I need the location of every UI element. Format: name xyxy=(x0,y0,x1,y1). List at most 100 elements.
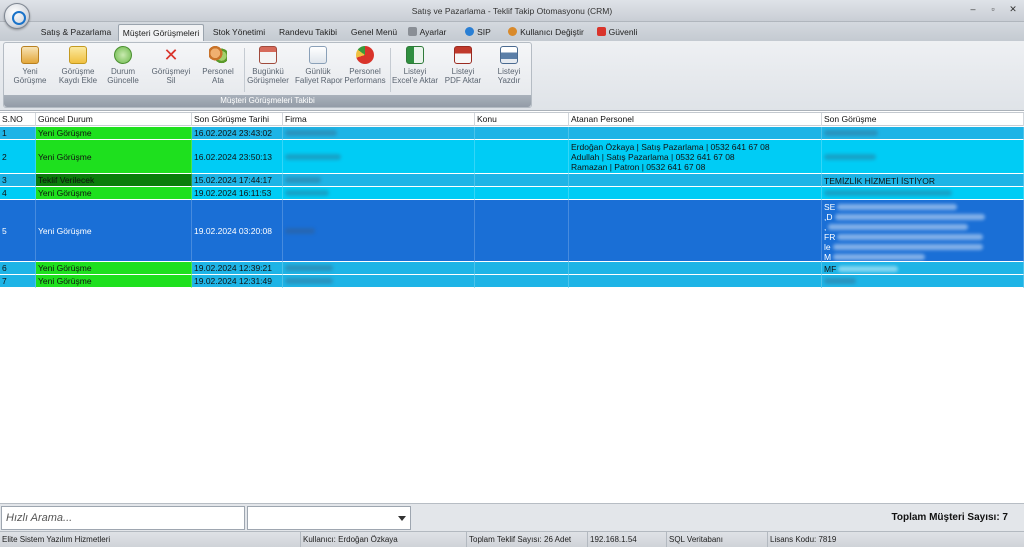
column-header-firma[interactable]: Firma xyxy=(283,113,475,126)
table-row[interactable]: 6 Yeni Görüşme 19.02.2024 12:39:21 MF xyxy=(0,262,1024,275)
column-header-sno[interactable]: S.NO xyxy=(0,113,36,126)
status-user: Kullanıcı: Erdoğan Özkaya xyxy=(300,532,466,547)
redacted-text xyxy=(824,153,876,160)
personel-ata-button[interactable]: Personel Ata xyxy=(195,46,241,96)
personel-performans-button[interactable]: Personel Performans xyxy=(342,46,388,96)
app-logo-icon[interactable] xyxy=(4,3,30,29)
table-row[interactable]: 1 Yeni Görüşme 16.02.2024 23:43:02 xyxy=(0,127,1024,140)
cell-firma xyxy=(283,200,475,262)
restore-button[interactable]: ▫ xyxy=(988,4,998,15)
table-row[interactable]: 7 Yeni Görüşme 19.02.2024 12:31:49 xyxy=(0,275,1024,288)
tab-genel-menu[interactable]: Genel Menü xyxy=(346,24,402,41)
grid-header: S.NO Güncel Durum Son Görüşme Tarihi Fir… xyxy=(0,113,1024,126)
table-row[interactable]: 3 Teklif Verilecek 15.02.2024 17:44:17 TEMİ… xyxy=(0,174,1024,187)
gunluk-faliyet-rapor-button[interactable]: Günlük Faliyet Rapor xyxy=(295,46,343,96)
cell-atanan-personel xyxy=(569,275,822,288)
delete-x-icon: ✕ xyxy=(163,45,179,65)
redacted-text xyxy=(285,177,321,183)
tab-satis-pazarlama[interactable]: Satış & Pazarlama xyxy=(36,24,116,41)
listeyi-yazdir-button[interactable]: Listeyi Yazdır xyxy=(486,46,532,96)
tools-icon xyxy=(407,27,417,36)
cell-atanan-personel xyxy=(569,262,822,275)
filter-dropdown[interactable] xyxy=(247,506,411,530)
chevron-down-icon[interactable] xyxy=(398,516,406,521)
ayarlar-label: Ayarlar xyxy=(419,27,447,37)
column-header-son-gorusme-tarihi[interactable]: Son Görüşme Tarihi xyxy=(192,113,283,126)
minimize-button[interactable]: – xyxy=(968,4,978,15)
bugunku-gorusmeler-button[interactable]: Bugünkü Görüşmeler xyxy=(245,46,291,96)
ribbon-group-musteri-gorusmeleri: Yeni Görüşme Görüşme Kaydı Ekle Durum Gü… xyxy=(3,42,532,108)
cell-konu xyxy=(475,275,569,288)
personel-performans-label-2: Performans xyxy=(344,76,386,85)
cell-konu xyxy=(475,187,569,200)
yeni-gorusme-label-2: Görüşme xyxy=(13,76,47,85)
cell-date: 16.02.2024 23:43:02 xyxy=(192,127,283,140)
tab-musteri-gorusmeleri[interactable]: Müşteri Görüşmeleri xyxy=(118,24,204,41)
table-row[interactable]: 4 Yeni Görüşme 19.02.2024 16:11:53 xyxy=(0,187,1024,200)
listeyi-excel-aktar-button[interactable]: Listeyi Excel'e Aktar xyxy=(392,46,438,96)
column-header-guncel-durum[interactable]: Güncel Durum xyxy=(36,113,192,126)
redacted-text xyxy=(285,130,337,136)
cell-sno: 3 xyxy=(0,174,36,187)
total-customer-count: Toplam Müşteri Sayısı: 7 xyxy=(891,512,1008,523)
personel-line: Erdoğan Özkaya | Satış Pazarlama | 0532 … xyxy=(571,142,770,152)
redacted-text xyxy=(824,190,952,196)
listeyi-pdf-aktar-button[interactable]: Listeyi PDF Aktar xyxy=(440,46,486,96)
yeni-gorusme-button[interactable]: Yeni Görüşme xyxy=(7,46,53,96)
son-gorusme-text: TEMİZLİK HİZMETİ İSTİYOR xyxy=(824,176,935,186)
sip-telefon-menu-item[interactable]: SIP Telefon xyxy=(451,24,505,54)
status-database: SQL Veritabanı xyxy=(666,532,767,547)
cell-status: Teklif Verilecek xyxy=(36,174,192,187)
listeyi-yazdir-label-2: Yazdır xyxy=(497,76,521,85)
cell-status: Yeni Görüşme xyxy=(36,262,192,275)
cell-atanan-personel: Erdoğan Özkaya | Satış Pazarlama | 0532 … xyxy=(569,140,822,174)
customer-meetings-grid[interactable]: S.NO Güncel Durum Son Görüşme Tarihi Fir… xyxy=(0,112,1024,503)
cell-son-gorusme xyxy=(822,140,1024,174)
column-header-konu[interactable]: Konu xyxy=(475,113,569,126)
son-gorusme-text: le xyxy=(824,242,831,252)
ayarlar-menu-item[interactable]: Ayarlar xyxy=(406,24,448,41)
table-row[interactable]: 2 Yeni Görüşme 16.02.2024 23:50:13 Erdoğan … xyxy=(0,140,1024,174)
tab-randevu-takibi[interactable]: Randevu Takibi xyxy=(275,24,341,41)
cell-status: Yeni Görüşme xyxy=(36,127,192,140)
tab-stok-yonetimi[interactable]: Stok Yönetimi xyxy=(207,24,271,41)
cell-konu xyxy=(475,262,569,275)
table-row[interactable]: 5 Yeni Görüşme 19.02.2024 03:20:08 SE ,D, FR l… xyxy=(0,200,1024,262)
listeyi-pdf-aktar-label-1: Listeyi xyxy=(451,67,475,76)
guvenli-cikis-menu-item[interactable]: Güvenli Çıkış xyxy=(587,24,647,54)
cell-konu xyxy=(475,140,569,174)
excel-icon xyxy=(406,46,424,64)
cell-firma xyxy=(283,174,475,187)
gorusme-kaydi-ekle-button[interactable]: Görüşme Kaydı Ekle xyxy=(55,46,101,96)
cell-son-gorusme: SE ,D, FR le M xyxy=(822,200,1024,262)
durum-guncelle-button[interactable]: Durum Güncelle xyxy=(100,46,146,96)
gorusmeyi-sil-button[interactable]: ✕ Görüşmeyi Sil xyxy=(148,46,194,96)
son-gorusme-line: FR xyxy=(824,232,1023,242)
redacted-text xyxy=(285,190,329,196)
cell-sno: 6 xyxy=(0,262,36,275)
listeyi-excel-aktar-label-1: Listeyi xyxy=(403,67,427,76)
quick-search-input[interactable]: Hızlı Arama... xyxy=(1,506,245,530)
column-header-son-gorusme[interactable]: Son Görüşme xyxy=(822,113,1024,126)
cell-date: 19.02.2024 03:20:08 xyxy=(192,200,283,262)
user-switch-icon xyxy=(508,27,518,36)
cell-date: 19.02.2024 12:39:21 xyxy=(192,262,283,275)
cell-firma xyxy=(283,127,475,140)
son-gorusme-text: ,D xyxy=(824,212,833,222)
cell-date: 19.02.2024 16:11:53 xyxy=(192,187,283,200)
star-folder-icon xyxy=(69,46,87,64)
gunluk-faliyet-rapor-label-1: Günlük xyxy=(305,67,331,76)
printer-icon xyxy=(500,46,518,64)
durum-guncelle-label-1: Durum xyxy=(110,67,135,76)
kullanici-degistir-menu-item[interactable]: Kullanıcı Değiştir xyxy=(508,24,584,41)
column-header-atanan-personel[interactable]: Atanan Personel xyxy=(569,113,822,126)
gunluk-faliyet-rapor-label-2: Faliyet Rapor xyxy=(295,76,343,85)
cell-sno: 1 xyxy=(0,127,36,140)
cell-konu xyxy=(475,200,569,262)
son-gorusme-line: TEMİZLİK HİZMETİ İSTİYOR xyxy=(824,176,1023,186)
close-button[interactable]: ✕ xyxy=(1008,4,1018,15)
cell-status: Yeni Görüşme xyxy=(36,275,192,288)
cell-status: Yeni Görüşme xyxy=(36,200,192,262)
cell-konu xyxy=(475,127,569,140)
report-icon xyxy=(309,46,327,64)
